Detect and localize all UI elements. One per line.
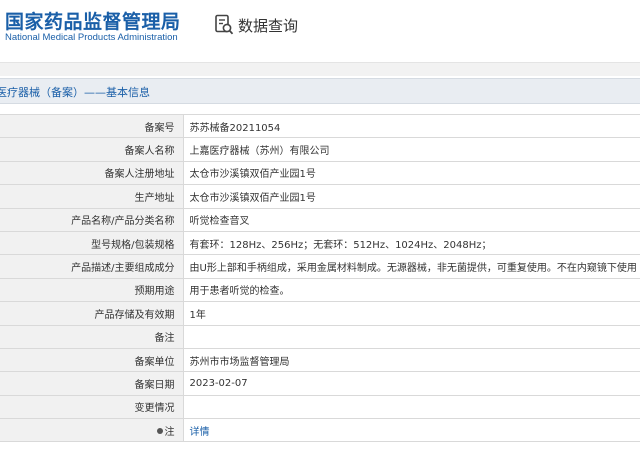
- row-label: 备案单位: [0, 347, 184, 373]
- table-row: 变更情况: [0, 394, 640, 420]
- table-row: 备案号 苏苏械备20211054: [0, 113, 640, 139]
- row-label: 生产地址: [0, 184, 184, 209]
- section-header: 医疗器械（备案）——基本信息: [0, 78, 640, 104]
- row-label: 型号规格/包装规格: [0, 230, 184, 256]
- table-row: 备案日期 2023-02-07: [0, 371, 640, 396]
- table-row: 型号规格/包装规格 有套环：128Hz、256Hz；无套环：512Hz、1024…: [0, 230, 640, 256]
- row-value: [183, 394, 640, 420]
- site-logo-en[interactable]: National Medical Products Administration: [5, 32, 178, 43]
- table-row: 产品名称/产品分类名称 听觉检查音叉: [0, 207, 640, 232]
- bullet-icon: [156, 427, 163, 434]
- table-row: 备案人注册地址 太仓市沙溪镇双佰产业园1号: [0, 160, 640, 186]
- row-label: 备案人注册地址: [0, 160, 184, 186]
- row-value: 太仓市沙溪镇双佰产业园1号: [183, 160, 640, 186]
- data-query-label: 数据查询: [238, 16, 299, 35]
- row-label: 备注: [0, 324, 184, 349]
- row-value: 听觉检查音叉: [183, 207, 640, 232]
- row-value: 苏州市市场监督管理局: [183, 347, 640, 373]
- row-label: 变更情况: [0, 394, 184, 420]
- row-value: [183, 324, 640, 349]
- row-value: 太仓市沙溪镇双佰产业园1号: [183, 184, 640, 209]
- row-label: 备案人名称: [0, 137, 184, 162]
- row-label: 产品存储及有效期: [0, 301, 184, 326]
- details-link[interactable]: 详情: [190, 427, 210, 438]
- row-value: 1年: [183, 301, 640, 326]
- row-value: 详情: [183, 418, 640, 443]
- table-row: 预期用途 用于患者听觉的检查。: [0, 277, 640, 303]
- row-label: 备案日期: [0, 371, 184, 396]
- row-value: 由U形上部和手柄组成，采用金属材料制成。无源器械，非无菌提供，可重复使用。不在内…: [183, 254, 640, 279]
- row-value: 2023-02-07: [183, 371, 640, 396]
- site-logo-cn[interactable]: 国家药品监督管理局: [5, 7, 181, 34]
- table-row: 备案人名称 上嘉医疗器械（苏州）有限公司: [0, 137, 640, 162]
- note-label-cell: 注: [0, 418, 184, 443]
- table-row: 生产地址 太仓市沙溪镇双佰产业园1号: [0, 184, 640, 209]
- table-row: 备案单位 苏州市市场监督管理局: [0, 347, 640, 373]
- table-row: 注 详情: [0, 418, 640, 443]
- site-header: 国家药品监督管理局 National Medical Products Admi…: [0, 0, 640, 62]
- row-value: 有套环：128Hz、256Hz；无套环：512Hz、1024Hz、2048Hz；: [183, 230, 640, 256]
- row-label: 产品描述/主要组成成分: [0, 254, 184, 279]
- table-row: 备注: [0, 324, 640, 349]
- row-value: 用于患者听觉的检查。: [183, 277, 640, 303]
- search-document-icon: [214, 14, 234, 36]
- row-label: 备案号: [0, 113, 184, 139]
- row-label: 产品名称/产品分类名称: [0, 207, 184, 232]
- table-row: 产品存储及有效期 1年: [0, 301, 640, 326]
- row-value: 苏苏械备20211054: [183, 113, 640, 139]
- row-value: 上嘉医疗器械（苏州）有限公司: [183, 137, 640, 162]
- basic-info-table: 备案号 苏苏械备20211054 备案人名称 上嘉医疗器械（苏州）有限公司 备案…: [0, 113, 640, 443]
- row-label: 预期用途: [0, 277, 184, 303]
- data-query-link[interactable]: 数据查询: [214, 13, 298, 37]
- table-row: 产品描述/主要组成成分 由U形上部和手柄组成，采用金属材料制成。无源器械，非无菌…: [0, 254, 640, 279]
- section-title: 医疗器械（备案）——基本信息: [0, 86, 150, 99]
- header-divider: [0, 62, 640, 76]
- row-label: 注: [164, 426, 175, 438]
